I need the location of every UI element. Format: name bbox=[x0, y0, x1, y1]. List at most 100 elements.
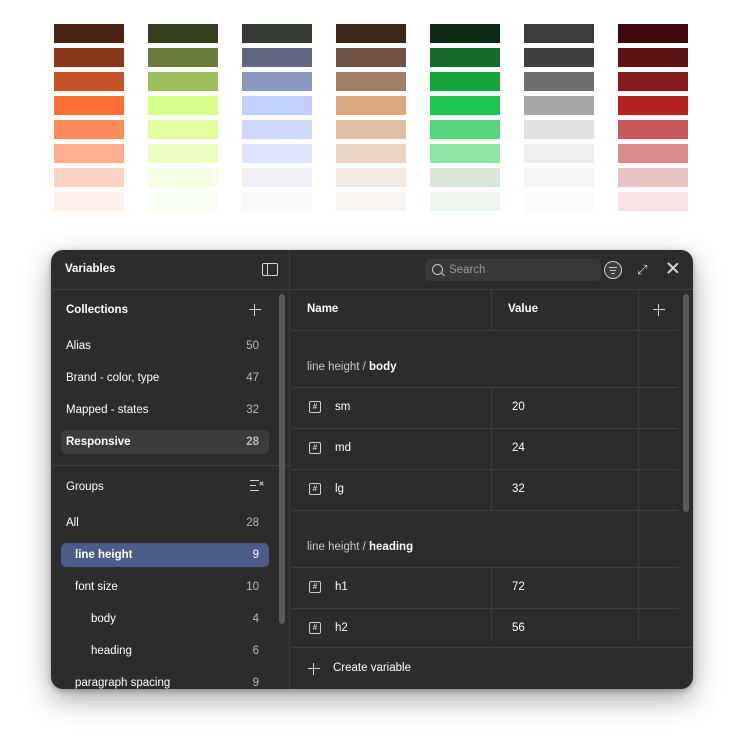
table-row[interactable]: # md 24 bbox=[291, 428, 679, 469]
color-swatch bbox=[148, 48, 218, 67]
color-palette bbox=[54, 24, 690, 214]
table-row[interactable]: # lg 32 bbox=[291, 469, 679, 510]
color-swatch bbox=[430, 192, 500, 211]
variable-name: sm bbox=[335, 401, 351, 413]
group-header-heading: line height / heading bbox=[307, 541, 414, 553]
color-swatch bbox=[336, 144, 406, 163]
header-divider bbox=[291, 330, 679, 331]
color-swatch bbox=[524, 72, 594, 91]
color-swatch bbox=[430, 120, 500, 139]
color-swatch bbox=[242, 24, 312, 43]
add-collection-icon[interactable] bbox=[249, 304, 261, 316]
color-swatch bbox=[430, 48, 500, 67]
collection-item-count: 32 bbox=[246, 404, 259, 416]
color-swatch bbox=[618, 192, 688, 211]
group-item-label: body bbox=[91, 613, 116, 625]
color-swatch bbox=[524, 120, 594, 139]
color-swatch bbox=[524, 24, 594, 43]
variables-sidebar: Variables Collections Alias 50 Brand - c… bbox=[51, 250, 290, 689]
color-swatch bbox=[54, 24, 124, 43]
variables-panel: Variables Collections Alias 50 Brand - c… bbox=[51, 250, 693, 689]
color-swatch bbox=[54, 168, 124, 187]
color-swatch bbox=[430, 144, 500, 163]
color-swatch bbox=[430, 72, 500, 91]
color-swatch bbox=[336, 72, 406, 91]
color-swatch bbox=[336, 120, 406, 139]
color-swatch bbox=[524, 96, 594, 115]
color-swatch bbox=[336, 24, 406, 43]
collection-item-responsive[interactable]: Responsive 28 bbox=[61, 430, 269, 454]
color-swatch bbox=[336, 192, 406, 211]
color-swatch bbox=[148, 120, 218, 139]
group-header-body: line height / body bbox=[307, 361, 397, 373]
search-input[interactable] bbox=[449, 262, 589, 278]
group-item-count: 10 bbox=[246, 581, 259, 593]
color-swatch bbox=[618, 96, 688, 115]
variable-value[interactable]: 20 bbox=[512, 401, 525, 413]
color-swatch bbox=[54, 192, 124, 211]
variable-value[interactable]: 32 bbox=[512, 483, 525, 495]
table-row[interactable]: # h1 72 bbox=[291, 567, 679, 608]
search-box[interactable] bbox=[425, 259, 601, 281]
variable-value[interactable]: 72 bbox=[512, 581, 525, 593]
color-swatch bbox=[242, 144, 312, 163]
sidebar-toggle-icon[interactable] bbox=[262, 263, 278, 276]
color-swatch bbox=[148, 168, 218, 187]
color-swatch bbox=[618, 24, 688, 43]
color-swatch bbox=[148, 96, 218, 115]
group-item-paragraph-spacing[interactable]: paragraph spacing 9 bbox=[61, 671, 269, 689]
group-item-all[interactable]: All 28 bbox=[61, 511, 269, 535]
collection-item-count: 28 bbox=[246, 436, 259, 448]
number-variable-icon: # bbox=[309, 442, 321, 454]
sidebar-scrollbar[interactable] bbox=[279, 294, 285, 624]
color-swatch bbox=[618, 72, 688, 91]
color-swatch bbox=[336, 48, 406, 67]
group-item-body[interactable]: body 4 bbox=[61, 607, 269, 631]
group-item-count: 4 bbox=[252, 613, 259, 625]
create-variable-button[interactable]: Create variable bbox=[291, 647, 693, 689]
column-divider bbox=[491, 290, 492, 330]
color-swatch bbox=[54, 48, 124, 67]
collection-item-brand[interactable]: Brand - color, type 47 bbox=[61, 366, 269, 390]
variable-name: h2 bbox=[335, 622, 348, 634]
variable-name: h1 bbox=[335, 581, 348, 593]
group-item-font-size[interactable]: font size 10 bbox=[61, 575, 269, 599]
collection-item-mapped[interactable]: Mapped - states 32 bbox=[61, 398, 269, 422]
variable-value[interactable]: 24 bbox=[512, 442, 525, 454]
table-row[interactable]: # h2 56 bbox=[291, 608, 679, 642]
color-swatch bbox=[242, 120, 312, 139]
color-swatch bbox=[336, 96, 406, 115]
color-swatch bbox=[148, 192, 218, 211]
variable-value[interactable]: 56 bbox=[512, 622, 525, 634]
group-item-count: 28 bbox=[246, 517, 259, 529]
group-item-label: font size bbox=[75, 581, 118, 593]
column-divider bbox=[491, 387, 492, 510]
expand-icon[interactable]: ⤢ bbox=[637, 263, 647, 276]
group-item-label: heading bbox=[91, 645, 132, 657]
collection-item-label: Mapped - states bbox=[66, 404, 149, 416]
group-item-label: All bbox=[66, 517, 79, 529]
color-swatch bbox=[242, 96, 312, 115]
color-swatch bbox=[430, 24, 500, 43]
plus-icon bbox=[308, 663, 320, 675]
close-icon[interactable] bbox=[666, 261, 680, 275]
variable-name: lg bbox=[335, 483, 344, 495]
variables-content: ⤢ Name Value line height / body # sm 20 … bbox=[291, 250, 693, 689]
column-divider bbox=[491, 567, 492, 642]
table-vertical-scrollbar[interactable] bbox=[683, 294, 689, 512]
group-item-label: paragraph spacing bbox=[75, 677, 171, 689]
collection-item-alias[interactable]: Alias 50 bbox=[61, 334, 269, 358]
color-swatch bbox=[54, 96, 124, 115]
collection-item-label: Responsive bbox=[66, 436, 131, 448]
color-swatch bbox=[148, 72, 218, 91]
filter-icon[interactable] bbox=[604, 261, 622, 279]
group-item-line-height[interactable]: line height 9 bbox=[61, 543, 269, 567]
variable-name: md bbox=[335, 442, 351, 454]
table-row[interactable]: # sm 20 bbox=[291, 387, 679, 428]
sidebar-header: Variables bbox=[51, 250, 289, 290]
list-sort-icon[interactable] bbox=[250, 480, 264, 492]
group-item-heading[interactable]: heading 6 bbox=[61, 639, 269, 663]
add-mode-icon[interactable] bbox=[653, 304, 665, 316]
collections-title: Collections bbox=[66, 304, 128, 316]
row-divider bbox=[291, 510, 679, 511]
